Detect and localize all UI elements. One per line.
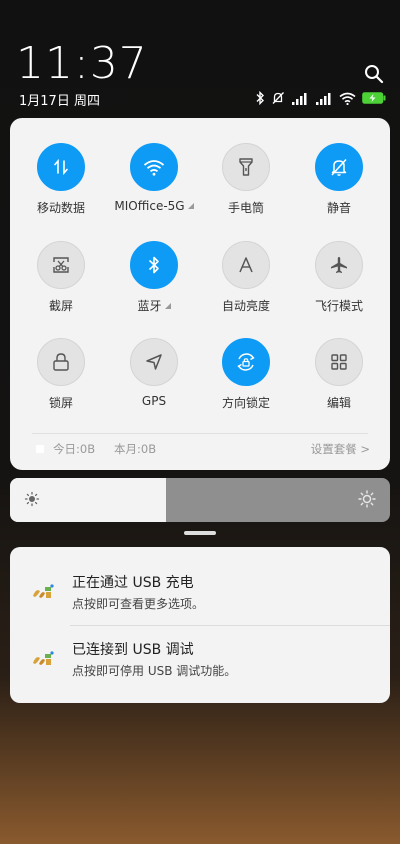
- tile-mute[interactable]: 静音: [294, 143, 384, 216]
- flashlight-icon: [239, 158, 253, 176]
- airplane-toggle[interactable]: [315, 241, 363, 289]
- status-icons: [255, 90, 386, 106]
- tile-label: 飞行模式: [314, 299, 363, 313]
- tile-label: 编辑: [326, 396, 351, 410]
- battery-icon: [362, 92, 386, 104]
- quick-settings-panel: 移动数据 MIOffice-5G 手电筒 静音 截屏 蓝牙 自动亮度 飞行模式 …: [10, 118, 390, 470]
- data-plan-settings-link[interactable]: 设置套餐 >: [311, 441, 370, 457]
- brightness-low-icon: [24, 491, 40, 507]
- gps-toggle[interactable]: [130, 338, 178, 386]
- tile-edit[interactable]: 编辑: [294, 338, 384, 411]
- notification-title: 已连接到 USB 调试: [72, 642, 194, 658]
- tile-label: GPS: [141, 394, 167, 408]
- tile-gps[interactable]: GPS: [109, 338, 199, 408]
- tile-label: 截屏: [48, 299, 73, 313]
- gps-icon: [146, 354, 162, 370]
- wifi-icon: [143, 159, 165, 176]
- expand-triangle-icon[interactable]: [164, 303, 171, 309]
- notification-body: 点按即可停用 USB 调试功能。: [72, 664, 237, 678]
- notification-usb-charging[interactable]: 正在通过 USB 充电 点按即可查看更多选项。: [10, 562, 390, 622]
- brightness-slider[interactable]: [10, 478, 390, 522]
- tile-mobile-data[interactable]: 移动数据: [16, 143, 106, 216]
- mobile-data-icon: [54, 158, 68, 176]
- app-icon: [30, 579, 56, 605]
- tile-label: MIOffice-5G: [109, 199, 199, 213]
- tile-label: 蓝牙: [109, 297, 199, 314]
- tile-wifi[interactable]: MIOffice-5G: [109, 143, 199, 213]
- notification-body: 点按即可查看更多选项。: [72, 597, 205, 611]
- airplane-icon: [331, 257, 347, 273]
- tile-airplane[interactable]: 飞行模式: [294, 241, 384, 314]
- search-icon[interactable]: [364, 64, 384, 84]
- expand-triangle-icon[interactable]: [187, 203, 194, 209]
- mobile-data-toggle[interactable]: [37, 143, 85, 191]
- tile-label: 锁屏: [48, 396, 73, 410]
- mute-status-icon: [272, 92, 284, 104]
- tile-auto-brightness[interactable]: 自动亮度: [201, 241, 291, 314]
- wifi-toggle[interactable]: [130, 143, 178, 191]
- notification-title: 正在通过 USB 充电: [72, 575, 194, 591]
- tile-label: 静音: [326, 201, 351, 215]
- tile-label: 手电筒: [227, 201, 264, 215]
- bluetooth-status-icon: [256, 91, 264, 105]
- tile-label: 方向锁定: [221, 396, 270, 410]
- auto-brightness-toggle[interactable]: [222, 241, 270, 289]
- edit-toggle[interactable]: [315, 338, 363, 386]
- data-usage-icon: [36, 445, 44, 453]
- notification-card: 正在通过 USB 充电 点按即可查看更多选项。 已连接到 USB 调试 点按即可…: [10, 547, 390, 703]
- screenshot-toggle[interactable]: [37, 241, 85, 289]
- tile-bluetooth[interactable]: 蓝牙: [109, 241, 199, 314]
- signal-icon-2: [316, 92, 331, 105]
- app-icon: [30, 646, 56, 672]
- bluetooth-toggle[interactable]: [130, 241, 178, 289]
- tile-screenshot[interactable]: 截屏: [16, 241, 106, 314]
- notification-divider: [70, 625, 390, 626]
- bluetooth-icon: [148, 256, 159, 274]
- data-today: 今日:0B: [53, 442, 96, 456]
- date-label: 1月17日 周四: [19, 94, 100, 109]
- drag-handle[interactable]: [184, 531, 216, 535]
- tile-label: 移动数据: [36, 201, 85, 215]
- auto-brightness-icon: [239, 257, 253, 273]
- edit-grid-icon: [331, 354, 347, 370]
- tile-label: 自动亮度: [221, 299, 270, 313]
- flashlight-toggle[interactable]: [222, 143, 270, 191]
- clock-time: 11:37: [16, 38, 148, 89]
- tile-lock-screen[interactable]: 锁屏: [16, 338, 106, 411]
- data-usage-bar: 今日:0B 本月:0B 设置套餐 >: [10, 434, 390, 464]
- tile-flashlight[interactable]: 手电筒: [201, 143, 291, 216]
- signal-icon: [292, 92, 307, 105]
- notification-usb-debugging[interactable]: 已连接到 USB 调试 点按即可停用 USB 调试功能。: [10, 629, 390, 689]
- data-month: 本月:0B: [114, 442, 157, 456]
- brightness-high-icon: [358, 490, 376, 508]
- lock-screen-toggle[interactable]: [37, 338, 85, 386]
- mute-toggle[interactable]: [315, 143, 363, 191]
- rotation-lock-icon: [237, 353, 255, 371]
- screenshot-icon: [53, 257, 69, 273]
- lock-icon: [53, 353, 69, 371]
- wifi-status-icon: [339, 92, 356, 105]
- rotation-lock-toggle[interactable]: [222, 338, 270, 386]
- mute-bell-icon: [331, 158, 347, 176]
- tile-rotation-lock[interactable]: 方向锁定: [201, 338, 291, 411]
